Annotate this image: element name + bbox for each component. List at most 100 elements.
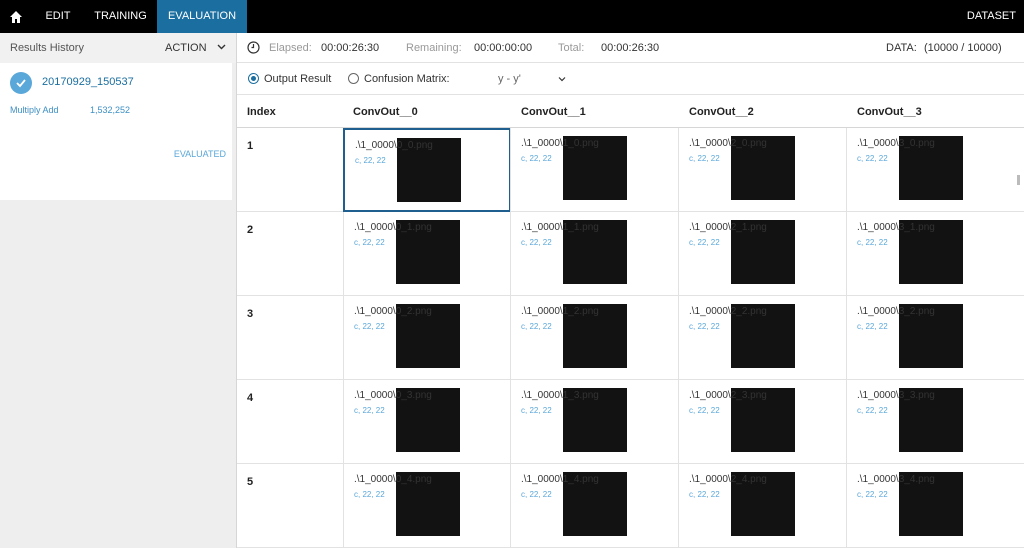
output-dimensions: c, 22, 22 <box>355 156 386 165</box>
result-name[interactable]: 20170929_150537 <box>42 76 134 88</box>
output-filename[interactable]: .\1_0000\2_3.png <box>689 390 767 401</box>
output-cell[interactable]: .\1_0000\3_2.png c, 22, 22 <box>846 296 1014 380</box>
output-cell[interactable]: .\1_0000\2_3.png c, 22, 22 <box>678 380 846 464</box>
output-cell[interactable]: .\1_0000\0_4.png c, 22, 22 <box>343 464 511 548</box>
matrix-selector[interactable]: y - y' <box>498 73 521 85</box>
tab-evaluation[interactable]: EVALUATION <box>157 0 247 33</box>
output-filename[interactable]: .\1_0000\1_4.png <box>521 474 599 485</box>
output-cell[interactable]: .\1_0000\3_4.png c, 22, 22 <box>846 464 1014 548</box>
output-dimensions: c, 22, 22 <box>857 490 888 499</box>
output-result-radio[interactable] <box>248 73 259 84</box>
tab-edit[interactable]: EDIT <box>32 0 84 33</box>
table-row[interactable]: 3 .\1_0000\0_2.png c, 22, 22 .\1_0000\1_… <box>237 296 1024 380</box>
output-cell[interactable]: .\1_0000\0_3.png c, 22, 22 <box>343 380 511 464</box>
metric-label: Multiply Add <box>10 105 59 115</box>
elapsed-value: 00:00:26:30 <box>321 42 380 54</box>
output-cell[interactable]: .\1_0000\0_1.png c, 22, 22 <box>343 212 511 296</box>
output-dimensions: c, 22, 22 <box>857 406 888 415</box>
view-options: Output Result Confusion Matrix: y - y' <box>237 63 1024 95</box>
output-cell[interactable]: .\1_0000\1_0.png c, 22, 22 <box>510 128 678 212</box>
vertical-scrollbar[interactable] <box>1017 175 1020 185</box>
output-cell[interactable]: .\1_0000\2_1.png c, 22, 22 <box>678 212 846 296</box>
output-dimensions: c, 22, 22 <box>857 238 888 247</box>
column-header-convout-0[interactable]: ConvOut__0 <box>353 106 418 118</box>
table-row[interactable]: 4 .\1_0000\0_3.png c, 22, 22 .\1_0000\1_… <box>237 380 1024 464</box>
metric-value: 1,532,252 <box>90 105 131 115</box>
output-filename[interactable]: .\1_0000\2_1.png <box>689 222 767 233</box>
chevron-down-icon[interactable] <box>217 42 226 51</box>
main-panel: Elapsed: 00:00:26:30 Remaining: 00:00:00… <box>237 33 1024 548</box>
output-filename[interactable]: .\1_0000\0_2.png <box>354 306 432 317</box>
output-dimensions: c, 22, 22 <box>689 406 720 415</box>
output-cell[interactable]: .\1_0000\0_2.png c, 22, 22 <box>343 296 511 380</box>
total-label: Total: <box>558 42 585 54</box>
table-row[interactable]: 2 .\1_0000\0_1.png c, 22, 22 .\1_0000\1_… <box>237 212 1024 296</box>
output-cell[interactable]: .\1_0000\2_4.png c, 22, 22 <box>678 464 846 548</box>
data-label: DATA: <box>886 42 917 54</box>
output-filename[interactable]: .\1_0000\1_2.png <box>521 306 599 317</box>
home-button[interactable] <box>0 0 32 33</box>
action-dropdown[interactable]: ACTION <box>165 42 207 54</box>
output-filename[interactable]: .\1_0000\2_4.png <box>689 474 767 485</box>
table-header: Index ConvOut__0 ConvOut__1 ConvOut__2 C… <box>237 95 1024 128</box>
status-badge: EVALUATED <box>173 149 226 159</box>
confusion-matrix-label[interactable]: Confusion Matrix: <box>364 73 450 85</box>
output-cell[interactable]: .\1_0000\1_4.png c, 22, 22 <box>510 464 678 548</box>
output-cell[interactable]: .\1_0000\2_2.png c, 22, 22 <box>678 296 846 380</box>
clock-icon <box>247 41 260 54</box>
column-header-convout-2[interactable]: ConvOut__2 <box>689 106 754 118</box>
output-filename[interactable]: .\1_0000\3_1.png <box>857 222 935 233</box>
total-value: 00:00:26:30 <box>601 42 660 54</box>
chevron-down-icon[interactable] <box>558 75 566 83</box>
data-value: (10000 / 10000) <box>924 42 1002 54</box>
output-filename[interactable]: .\1_0000\1_1.png <box>521 222 599 233</box>
output-cell[interactable]: .\1_0000\3_0.png c, 22, 22 <box>846 128 1014 212</box>
column-header-convout-1[interactable]: ConvOut__1 <box>521 106 586 118</box>
sidebar-header: Results History ACTION <box>0 33 236 63</box>
row-index: 5 <box>247 476 254 488</box>
output-filename[interactable]: .\1_0000\0_0.png <box>355 140 433 151</box>
output-filename[interactable]: .\1_0000\0_3.png <box>354 390 432 401</box>
output-cell[interactable]: .\1_0000\3_1.png c, 22, 22 <box>846 212 1014 296</box>
output-cell[interactable]: .\1_0000\3_3.png c, 22, 22 <box>846 380 1014 464</box>
column-header-convout-3[interactable]: ConvOut__3 <box>857 106 922 118</box>
row-index: 4 <box>247 392 254 404</box>
output-filename[interactable]: .\1_0000\3_3.png <box>857 390 935 401</box>
row-index: 3 <box>247 308 254 320</box>
check-icon <box>10 72 32 94</box>
output-dimensions: c, 22, 22 <box>857 322 888 331</box>
dataset-button[interactable]: DATASET <box>967 0 1016 33</box>
output-filename[interactable]: .\1_0000\3_0.png <box>857 138 935 149</box>
output-filename[interactable]: .\1_0000\3_4.png <box>857 474 935 485</box>
output-cell[interactable]: .\1_0000\1_3.png c, 22, 22 <box>510 380 678 464</box>
output-dimensions: c, 22, 22 <box>354 490 385 499</box>
output-dimensions: c, 22, 22 <box>689 154 720 163</box>
output-cell[interactable]: .\1_0000\1_2.png c, 22, 22 <box>510 296 678 380</box>
output-dimensions: c, 22, 22 <box>521 490 552 499</box>
column-header-index[interactable]: Index <box>247 106 276 118</box>
output-filename[interactable]: .\1_0000\0_4.png <box>354 474 432 485</box>
remaining-value: 00:00:00:00 <box>474 42 533 54</box>
sidebar-title: Results History <box>10 42 84 54</box>
output-cell[interactable]: .\1_0000\2_0.png c, 22, 22 <box>678 128 846 212</box>
output-dimensions: c, 22, 22 <box>354 322 385 331</box>
output-cell[interactable]: .\1_0000\1_1.png c, 22, 22 <box>510 212 678 296</box>
output-result-label[interactable]: Output Result <box>264 73 331 85</box>
output-filename[interactable]: .\1_0000\2_0.png <box>689 138 767 149</box>
remaining-label: Remaining: <box>406 42 462 54</box>
output-filename[interactable]: .\1_0000\0_1.png <box>354 222 432 233</box>
output-dimensions: c, 22, 22 <box>857 154 888 163</box>
output-cell[interactable]: .\1_0000\0_0.png c, 22, 22 <box>343 128 511 212</box>
confusion-matrix-radio[interactable] <box>348 73 359 84</box>
table-row[interactable]: 5 .\1_0000\0_4.png c, 22, 22 .\1_0000\1_… <box>237 464 1024 548</box>
output-filename[interactable]: .\1_0000\3_2.png <box>857 306 935 317</box>
results-history-sidebar: Results History ACTION 20170929_150537 M… <box>0 33 237 548</box>
result-card[interactable]: 20170929_150537 Multiply Add 1,532,252 E… <box>0 63 232 200</box>
table-row[interactable]: 1 .\1_0000\0_0.png c, 22, 22 .\1_0000\1_… <box>237 128 1024 212</box>
row-index: 2 <box>247 224 254 236</box>
output-filename[interactable]: .\1_0000\1_0.png <box>521 138 599 149</box>
output-filename[interactable]: .\1_0000\1_3.png <box>521 390 599 401</box>
output-filename[interactable]: .\1_0000\2_2.png <box>689 306 767 317</box>
tab-training[interactable]: TRAINING <box>84 0 157 33</box>
output-dimensions: c, 22, 22 <box>521 238 552 247</box>
